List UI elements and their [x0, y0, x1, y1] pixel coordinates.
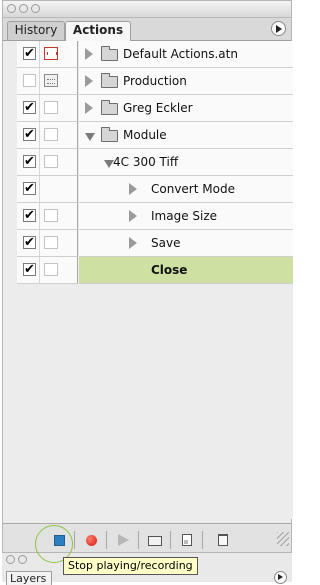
- item-toggle-checkbox[interactable]: ✔: [23, 155, 36, 168]
- dialog-toggle-icon[interactable]: [44, 47, 58, 60]
- action-row[interactable]: ✔ 4C 300 Tiff: [17, 149, 293, 176]
- row-content[interactable]: Production: [79, 68, 293, 95]
- create-new-action-button[interactable]: [177, 531, 197, 549]
- zoom-icon[interactable]: [31, 4, 40, 13]
- tab-bar: History Actions: [3, 18, 291, 41]
- row-toggles: ✔: [17, 95, 78, 122]
- item-toggle-checkbox[interactable]: ✔: [23, 263, 36, 276]
- collapsed-triangle-icon[interactable]: [85, 75, 93, 87]
- action-label: Close: [151, 263, 188, 277]
- minimize-icon[interactable]: [19, 4, 28, 13]
- row-toggles: ✔: [17, 176, 78, 203]
- row-content[interactable]: Default Actions.atn: [79, 41, 293, 68]
- folder-icon: [101, 100, 118, 115]
- panel-menu-arrow-icon[interactable]: [274, 571, 287, 584]
- close-icon[interactable]: [6, 555, 15, 564]
- collapsed-triangle-icon[interactable]: [85, 102, 93, 114]
- dialog-toggle-icon[interactable]: [44, 236, 58, 249]
- row-content[interactable]: Greg Eckler: [79, 95, 293, 122]
- expanded-triangle-icon[interactable]: [85, 133, 95, 141]
- item-toggle-checkbox[interactable]: ✔: [23, 236, 36, 249]
- collapsed-triangle-icon[interactable]: [129, 210, 137, 222]
- action-label: Greg Eckler: [123, 101, 193, 115]
- collapsed-triangle-icon[interactable]: [129, 183, 137, 195]
- item-toggle-checkbox[interactable]: ✔: [23, 182, 36, 195]
- action-label: Convert Mode: [151, 182, 235, 196]
- dialog-toggle-icon[interactable]: [44, 209, 58, 222]
- row-toggles: [17, 68, 78, 95]
- row-toggles: ✔: [17, 257, 78, 284]
- record-icon: [86, 535, 97, 546]
- row-toggles: ✔: [17, 122, 78, 149]
- dialog-toggle-icon[interactable]: [44, 155, 58, 168]
- row-toggles: ✔: [17, 230, 78, 257]
- row-toggles: ✔: [17, 149, 78, 176]
- folder-icon: [101, 127, 118, 142]
- trash-icon: [218, 534, 228, 546]
- action-set-row[interactable]: ✔ Module: [17, 122, 293, 149]
- row-content[interactable]: Convert Mode: [79, 176, 293, 203]
- action-set-row[interactable]: ✔ Default Actions.atn: [17, 41, 293, 68]
- new-action-icon: [182, 534, 192, 546]
- action-step-row[interactable]: ✔ Convert Mode: [17, 176, 293, 203]
- row-content[interactable]: Close: [79, 257, 293, 284]
- row-content[interactable]: Save: [79, 230, 293, 257]
- action-step-row[interactable]: ✔ Save: [17, 230, 293, 257]
- dialog-toggle-icon[interactable]: [44, 263, 58, 276]
- action-set-row[interactable]: Production: [17, 68, 293, 95]
- create-new-set-button[interactable]: [145, 531, 165, 549]
- row-toggles: ✔: [17, 203, 78, 230]
- tooltip: Stop playing/recording: [63, 557, 198, 575]
- palette-titlebar[interactable]: [3, 1, 291, 18]
- collapsed-triangle-icon[interactable]: [129, 237, 137, 249]
- close-icon[interactable]: [7, 4, 16, 13]
- action-set-row[interactable]: ✔ Greg Eckler: [17, 95, 293, 122]
- play-selection-button[interactable]: [113, 531, 133, 549]
- minimize-icon[interactable]: [18, 555, 27, 564]
- action-label: 4C 300 Tiff: [113, 155, 179, 169]
- row-toggles: ✔: [17, 41, 78, 68]
- tab-history[interactable]: History: [7, 21, 65, 40]
- resize-grip-icon[interactable]: [277, 532, 289, 546]
- row-content[interactable]: Module: [79, 122, 293, 149]
- row-content[interactable]: Image Size: [79, 203, 293, 230]
- row-content[interactable]: 4C 300 Tiff: [79, 149, 293, 176]
- action-label: Module: [123, 128, 167, 142]
- play-icon: [118, 534, 129, 546]
- action-label: Production: [123, 74, 187, 88]
- item-toggle-checkbox[interactable]: ✔: [23, 209, 36, 222]
- folder-icon: [148, 536, 162, 546]
- action-label: Default Actions.atn: [123, 47, 238, 61]
- folder-icon: [101, 73, 118, 88]
- item-toggle-checkbox[interactable]: [23, 74, 36, 87]
- item-toggle-checkbox[interactable]: ✔: [23, 47, 36, 60]
- actions-panel: History Actions ✔ Default Actions.atn Prod…: [2, 0, 293, 566]
- collapsed-triangle-icon[interactable]: [85, 48, 93, 60]
- folder-icon: [101, 46, 118, 61]
- tab-layers[interactable]: Layers: [6, 571, 52, 585]
- panel-menu-arrow-icon[interactable]: [271, 21, 286, 36]
- item-toggle-checkbox[interactable]: ✔: [23, 101, 36, 114]
- dialog-toggle-icon[interactable]: [44, 74, 58, 87]
- item-toggle-checkbox[interactable]: ✔: [23, 128, 36, 141]
- begin-recording-button[interactable]: [81, 531, 101, 549]
- action-label: Image Size: [151, 209, 218, 223]
- dialog-toggle-icon[interactable]: [44, 101, 58, 114]
- action-label: Save: [151, 236, 181, 250]
- dialog-toggle-icon[interactable]: [44, 128, 58, 141]
- tab-actions[interactable]: Actions: [65, 21, 131, 41]
- action-step-row[interactable]: ✔ Image Size: [17, 203, 293, 230]
- actions-list: ✔ Default Actions.atn Production ✔ Greg Eckl…: [17, 41, 293, 519]
- action-step-row[interactable]: ✔ Close: [17, 257, 293, 284]
- delete-button[interactable]: [213, 531, 233, 549]
